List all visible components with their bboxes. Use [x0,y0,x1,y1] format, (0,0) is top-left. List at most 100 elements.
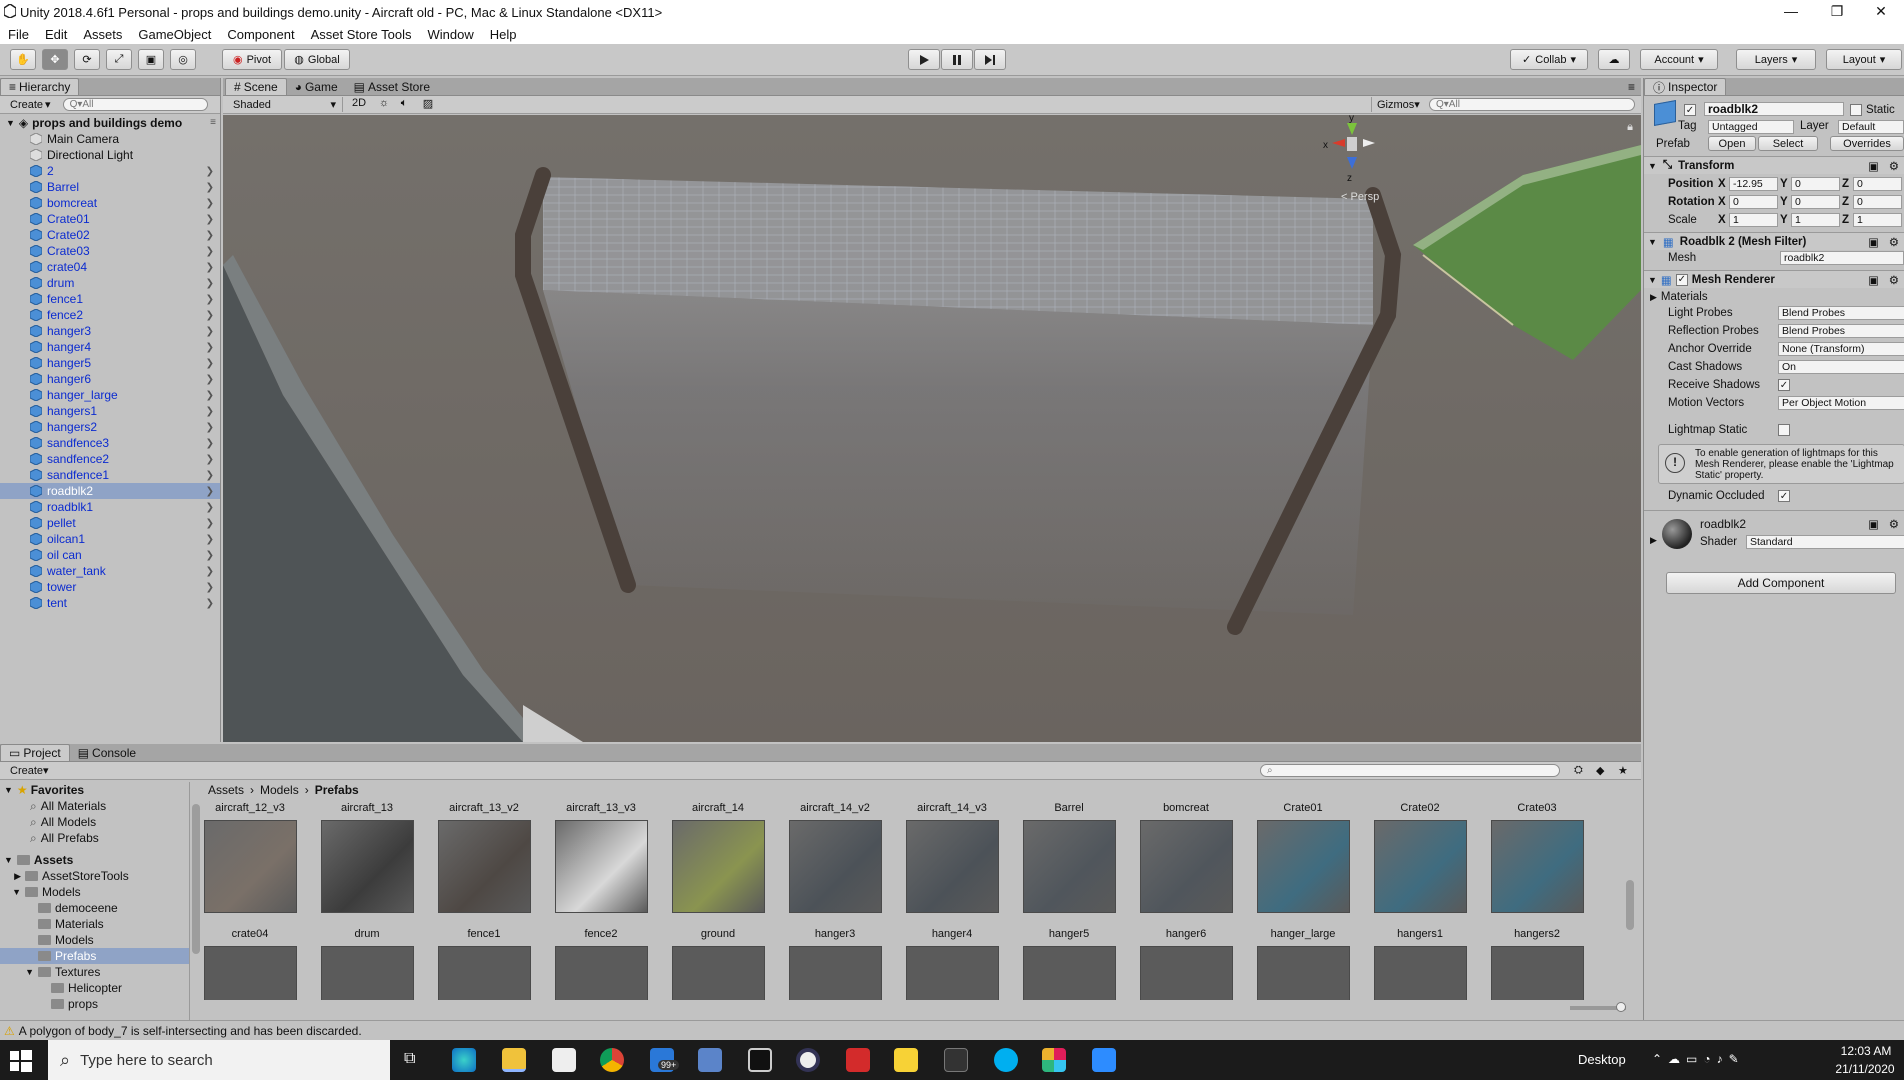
chevron-right-icon[interactable]: ❯ [206,326,214,337]
axis-z-label[interactable]: Z [1842,178,1849,190]
help-icon[interactable]: ▣ [1868,517,1879,531]
hierarchy-item[interactable]: hanger6 ❯ [0,371,220,387]
audio-toggle-icon[interactable]: 🔈︎ [395,97,413,110]
chevron-right-icon[interactable]: ❯ [206,198,214,209]
rotation-x-field[interactable]: 0 [1729,195,1778,209]
asset-thumbnail[interactable] [555,946,648,1000]
hierarchy-item[interactable]: pellet ❯ [0,515,220,531]
hierarchy-item[interactable]: hanger4 ❯ [0,339,220,355]
chevron-right-icon[interactable]: ❯ [206,486,214,497]
hierarchy-item[interactable]: bomcreat ❯ [0,195,220,211]
asset-folder-item[interactable]: ▼ Models [0,884,189,900]
task-view-icon[interactable]: ⧉ [404,1050,415,1068]
hierarchy-item[interactable]: hanger_large ❯ [0,387,220,403]
chrome-icon[interactable] [600,1048,624,1072]
asset-thumbnail[interactable] [204,946,297,1000]
hierarchy-item[interactable]: hanger3 ❯ [0,323,220,339]
app-s-icon[interactable] [846,1048,870,1072]
chevron-right-icon[interactable]: ❯ [206,278,214,289]
chevron-right-icon[interactable]: ❯ [206,550,214,561]
clock-date[interactable]: 21/11/2020 [1830,1062,1900,1076]
cloud-button[interactable]: ☁ [1598,49,1630,70]
collapse-arrow-icon[interactable]: ▶ [1650,292,1657,303]
tab-asset-store[interactable]: ▤ Asset Store [346,78,438,95]
favorite-item[interactable]: ⌕ All Prefabs [0,830,189,846]
hierarchy-item[interactable]: oil can ❯ [0,547,220,563]
scale-x-field[interactable]: 1 [1729,213,1778,227]
asset-label[interactable]: fence1 [436,928,532,940]
asset-label[interactable]: Crate02 [1372,802,1468,814]
asset-thumbnail[interactable] [789,946,882,1000]
asset-label[interactable]: hanger_large [1255,928,1351,940]
chevron-right-icon[interactable]: ❯ [206,182,214,193]
mail-icon[interactable]: 99+ [650,1048,680,1072]
asset-label[interactable]: crate04 [202,928,298,940]
menu-gameobject[interactable]: GameObject [130,27,219,42]
transform-tool-icon[interactable]: ◎ [170,49,196,70]
static-checkbox[interactable] [1850,104,1862,116]
scene-root-row[interactable]: ▼ ◈ props and buildings demo ≡ [0,114,220,131]
menu-assets[interactable]: Assets [75,27,130,42]
hierarchy-item[interactable]: crate04 ❯ [0,259,220,275]
asset-thumbnail[interactable] [204,820,297,913]
account-dropdown[interactable]: Account ▾ [1640,49,1718,70]
chevron-right-icon[interactable]: ❯ [206,438,214,449]
chevron-right-icon[interactable]: ❯ [206,582,214,593]
menu-asset-store-tools[interactable]: Asset Store Tools [303,27,420,42]
obs-icon[interactable] [796,1048,820,1072]
scene-viewport[interactable]: y x z < Persp 🔒︎ [223,115,1641,742]
slack-icon[interactable] [1042,1048,1066,1072]
asset-thumbnail[interactable] [1491,946,1584,1000]
chevron-right-icon[interactable]: ❯ [206,534,214,545]
settings-icon[interactable]: ⚙ [1889,159,1899,173]
hierarchy-item[interactable]: hangers1 ❯ [0,403,220,419]
desktop-toolbar-label[interactable]: Desktop [1578,1052,1626,1067]
chevron-right-icon[interactable]: ❯ [206,422,214,433]
asset-thumbnail[interactable] [321,820,414,913]
edge-browser-icon[interactable] [452,1048,476,1072]
axis-y-label[interactable]: Y [1780,214,1788,226]
hierarchy-item[interactable]: fence1 ❯ [0,291,220,307]
asset-thumbnail[interactable] [438,820,531,913]
menu-edit[interactable]: Edit [37,27,75,42]
filter-type-icon[interactable]: ⛭ [1574,764,1583,777]
asset-label[interactable]: fence2 [553,928,649,940]
lighting-toggle-icon[interactable]: ☼ [375,97,393,109]
hierarchy-item[interactable]: 2 ❯ [0,163,220,179]
clock-time[interactable]: 12:03 AM [1836,1044,1896,1058]
hierarchy-item[interactable]: Crate02 ❯ [0,227,220,243]
object-name-field[interactable]: roadblk2 [1704,102,1844,116]
asset-thumbnail[interactable] [1257,946,1350,1000]
asset-thumbnail[interactable] [321,946,414,1000]
help-icon[interactable]: ▣ [1868,235,1879,249]
axis-y-label[interactable]: Y [1780,178,1788,190]
asset-label[interactable]: hanger4 [904,928,1000,940]
system-tray-icons[interactable]: ⌃☁▭◔♪✎ [1652,1052,1745,1066]
asset-folder-item[interactable]: props [0,996,189,1012]
menu-component[interactable]: Component [219,27,302,42]
pause-button[interactable] [941,49,973,70]
step-button[interactable] [974,49,1006,70]
menu-file[interactable]: File [0,27,37,42]
hierarchy-item[interactable]: oilcan1 ❯ [0,531,220,547]
hierarchy-item[interactable]: roadblk1 ❯ [0,499,220,515]
anchor-override-field[interactable]: None (Transform) [1778,342,1904,356]
asset-label[interactable]: Crate03 [1489,802,1585,814]
project-search-input[interactable]: ⌕ [1260,764,1560,777]
chevron-right-icon[interactable]: ❯ [206,342,214,353]
axis-x-label[interactable]: X [1718,196,1726,208]
asset-label[interactable]: hanger5 [1021,928,1117,940]
taskbar-search-box[interactable]: ⌕ Type here to search [48,1040,390,1080]
file-explorer-icon[interactable] [502,1048,526,1072]
help-icon[interactable]: ▣ [1868,273,1879,287]
status-message[interactable]: A polygon of body_7 is self-intersecting… [19,1024,362,1038]
prefab-open-button[interactable]: Open [1708,136,1756,151]
asset-label[interactable]: Crate01 [1255,802,1351,814]
tab-hierarchy[interactable]: ≡ Hierarchy [0,78,80,95]
gc-app-icon[interactable] [944,1048,968,1072]
scene-search-input[interactable]: Q▾All [1429,98,1635,111]
axis-z-label[interactable]: Z [1842,214,1849,226]
settings-icon[interactable]: ⚙ [1889,517,1899,531]
asset-thumbnail[interactable] [1374,820,1467,913]
position-y-field[interactable]: 0 [1791,177,1840,191]
